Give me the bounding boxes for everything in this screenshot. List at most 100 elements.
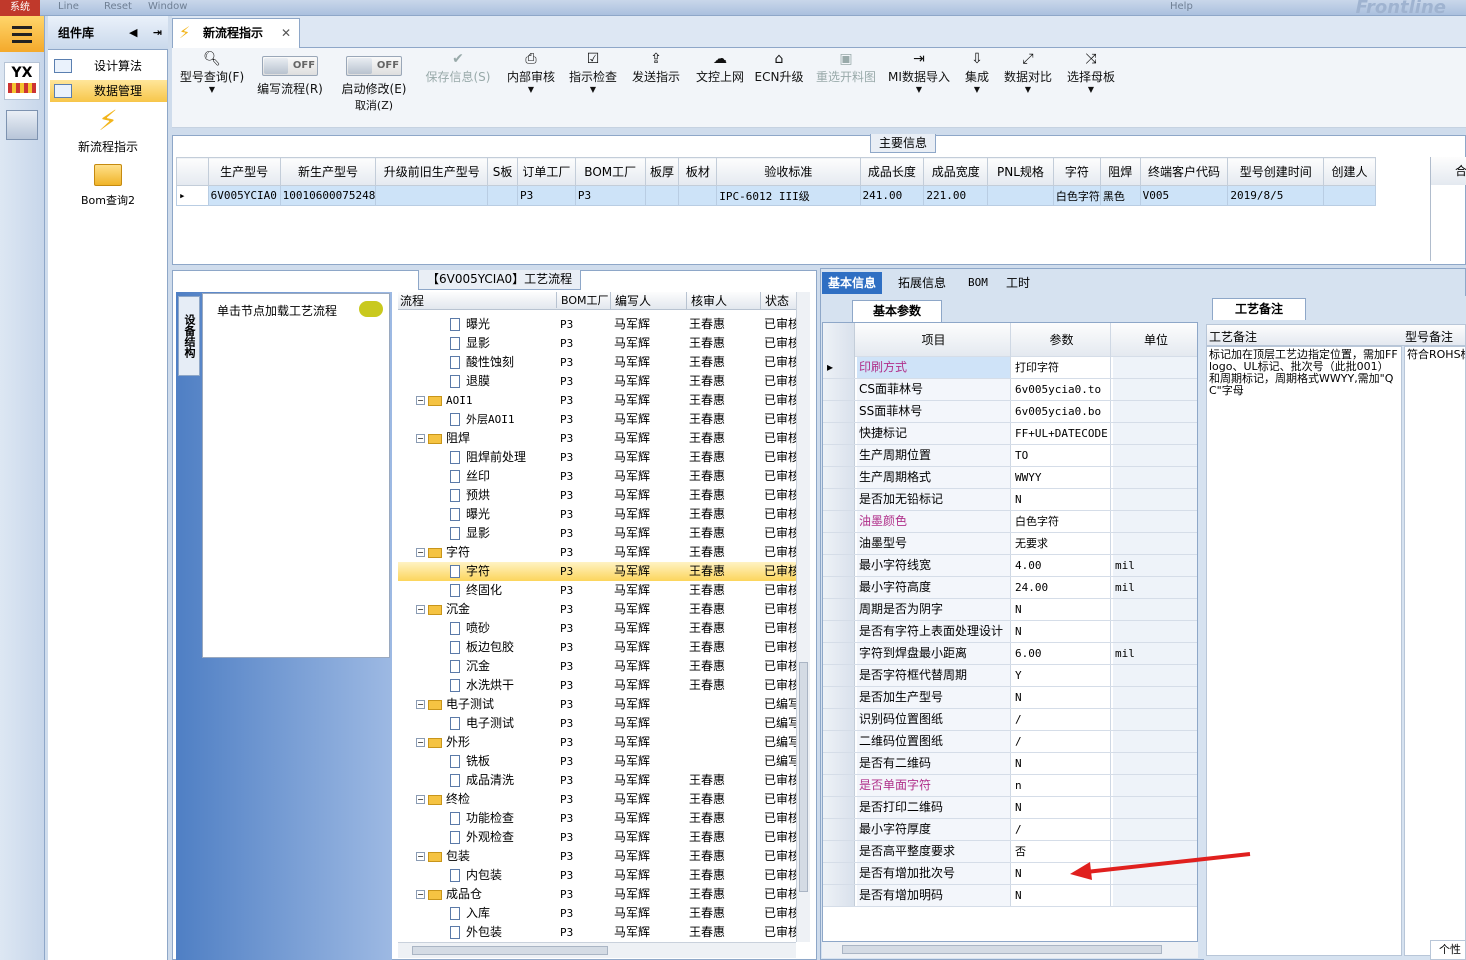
- param-value[interactable]: 6v005ycia0.bo: [1013, 401, 1111, 422]
- collapse-toggle-icon[interactable]: −: [416, 396, 425, 405]
- pin-panel-icon[interactable]: ⇥: [153, 26, 162, 39]
- col-value[interactable]: 参数: [1013, 323, 1111, 357]
- component-item-data-management[interactable]: 数据管理: [50, 80, 167, 102]
- param-value[interactable]: N: [1013, 885, 1111, 906]
- collapse-toggle-icon[interactable]: −: [416, 700, 425, 709]
- calculator-icon[interactable]: [6, 110, 38, 140]
- process-tree-row[interactable]: 水洗烘干 P3 马军辉 王春惠 已审核: [398, 676, 796, 695]
- tab-new-process[interactable]: ⚡ 新流程指示 ✕: [172, 18, 300, 48]
- col-unit[interactable]: 单位: [1113, 323, 1197, 357]
- main-cell[interactable]: V005: [1139, 185, 1229, 206]
- process-tree-row[interactable]: 阻焊前处理 P3 马军辉 王春惠 已审核: [398, 448, 796, 467]
- process-node[interactable]: 外层AOI1: [450, 410, 554, 429]
- main-cell[interactable]: [987, 185, 1054, 206]
- process-node[interactable]: 退膜: [450, 372, 554, 391]
- param-row[interactable]: 识别码位置图纸 /: [823, 709, 1197, 731]
- param-value[interactable]: /: [1013, 731, 1111, 752]
- collapse-left-icon[interactable]: ◀: [129, 26, 137, 39]
- tab-bom[interactable]: BOM: [962, 272, 994, 294]
- param-value[interactable]: /: [1013, 709, 1111, 730]
- param-value[interactable]: 24.00: [1013, 577, 1111, 598]
- main-cell[interactable]: 白色字符: [1052, 185, 1101, 206]
- instruction-check-button[interactable]: ☑ 指示检查 ▼: [566, 50, 620, 120]
- ecn-upgrade-button[interactable]: ⌂ ECN升级: [754, 50, 804, 120]
- main-cell[interactable]: [678, 185, 718, 206]
- main-col-header[interactable]: 成品宽度: [923, 157, 989, 186]
- main-cell[interactable]: [644, 185, 680, 206]
- col-bom-factory[interactable]: BOM工厂: [556, 292, 609, 308]
- param-value[interactable]: 6v005ycia0.to: [1013, 379, 1111, 400]
- doc-upload-button[interactable]: ☁ 文控上网: [692, 50, 748, 120]
- process-node[interactable]: 显影: [450, 524, 554, 543]
- main-col-header[interactable]: 字符: [1052, 157, 1101, 186]
- process-node[interactable]: 曝光: [450, 315, 554, 334]
- data-compare-button[interactable]: ⤢ 数据对比 ▼: [1000, 50, 1056, 120]
- process-tree-row[interactable]: 板边包胶 P3 马军辉 王春惠 已审核: [398, 638, 796, 657]
- process-node[interactable]: 曝光: [450, 505, 554, 524]
- param-row[interactable]: 二维码位置图纸 /: [823, 731, 1197, 753]
- main-col-header[interactable]: 生产型号: [207, 157, 281, 186]
- type-remark-text[interactable]: 符合ROHS标: [1404, 346, 1466, 956]
- process-tree-row[interactable]: 字符 P3 马军辉 王春惠 已审核: [398, 562, 796, 581]
- collapse-toggle-icon[interactable]: −: [416, 548, 425, 557]
- param-row[interactable]: 是否字符框代替周期 Y: [823, 665, 1197, 687]
- param-value[interactable]: TO: [1013, 445, 1111, 466]
- param-value[interactable]: FF+UL+DATECODE: [1013, 423, 1111, 444]
- param-value[interactable]: WWYY: [1013, 467, 1111, 488]
- start-modify-control[interactable]: OFF 启动修改(E) 取消(Z): [336, 50, 412, 120]
- process-tree-row[interactable]: 曝光 P3 马军辉 王春惠 已审核: [398, 315, 796, 334]
- close-tab-icon[interactable]: ✕: [281, 19, 291, 47]
- process-tree-row[interactable]: 沉金 P3 马军辉 王春惠 已审核: [398, 657, 796, 676]
- process-tree-row[interactable]: − 字符 P3 马军辉 王春惠 已审核: [398, 543, 796, 562]
- col-process-remark[interactable]: 工艺备注: [1209, 328, 1257, 345]
- param-value[interactable]: N: [1013, 753, 1111, 774]
- menu-line[interactable]: Line: [58, 1, 79, 12]
- param-row[interactable]: 是否有二维码 N: [823, 753, 1197, 775]
- send-instruction-button[interactable]: ⇪ 发送指示: [628, 50, 684, 120]
- process-node[interactable]: 沉金: [450, 657, 554, 676]
- process-node[interactable]: − 阻焊: [416, 429, 554, 448]
- main-col-header[interactable]: PNL规格: [987, 157, 1054, 186]
- process-node[interactable]: 外包装: [450, 923, 554, 942]
- col-type-remark[interactable]: 型号备注: [1405, 328, 1453, 345]
- param-row[interactable]: 是否单面字符 n: [823, 775, 1197, 797]
- main-col-header[interactable]: S板: [487, 157, 518, 186]
- param-value[interactable]: 4.00: [1013, 555, 1111, 576]
- process-node[interactable]: 铣板: [450, 752, 554, 771]
- process-tree-row[interactable]: 功能检查 P3 马军辉 王春惠 已审核: [398, 809, 796, 828]
- select-master-button[interactable]: ⤨ 选择母板 ▼: [1062, 50, 1120, 120]
- process-tree-row[interactable]: 外层AOI1 P3 马军辉 王春惠 已审核: [398, 410, 796, 429]
- process-tree-row[interactable]: 丝印 P3 马军辉 王春惠 已审核: [398, 467, 796, 486]
- params-hscroll[interactable]: [822, 942, 1198, 958]
- main-cell[interactable]: IPC-6012 III级: [716, 185, 861, 206]
- process-tree-row[interactable]: − 沉金 P3 马军辉 王春惠 已审核: [398, 600, 796, 619]
- process-node[interactable]: − 沉金: [416, 600, 554, 619]
- collapse-toggle-icon[interactable]: −: [416, 890, 425, 899]
- process-node[interactable]: 显影: [450, 334, 554, 353]
- cancel-label[interactable]: 取消(Z): [336, 97, 412, 113]
- main-col-header[interactable]: 创建人: [1323, 157, 1376, 186]
- hamburger-menu-icon[interactable]: [0, 16, 44, 52]
- process-node[interactable]: 板边包胶: [450, 638, 554, 657]
- tab-work-hours[interactable]: 工时: [1000, 272, 1036, 294]
- param-row[interactable]: 是否加无铅标记 N: [823, 489, 1197, 511]
- main-cell[interactable]: [487, 185, 518, 206]
- process-node[interactable]: 功能检查: [450, 809, 554, 828]
- process-node[interactable]: 丝印: [450, 467, 554, 486]
- process-tree-row[interactable]: − 外形 P3 马军辉 已编写: [398, 733, 796, 752]
- main-cell[interactable]: 221.00: [923, 185, 989, 206]
- save-info-button[interactable]: ✔ 保存信息(S): [422, 50, 494, 120]
- device-structure-tab[interactable]: 设备结构: [178, 296, 200, 376]
- param-row[interactable]: 油墨型号 无要求: [823, 533, 1197, 555]
- edit-flow-toggle[interactable]: OFF: [262, 56, 318, 76]
- param-value[interactable]: 白色字符: [1013, 511, 1111, 532]
- param-row[interactable]: 油墨颜色 白色字符: [823, 511, 1197, 533]
- process-tree-row[interactable]: 退膜 P3 马军辉 王春惠 已审核: [398, 372, 796, 391]
- process-node[interactable]: − 成品仓: [416, 885, 554, 904]
- main-col-header[interactable]: 型号创建时间: [1227, 157, 1325, 186]
- process-tree-row[interactable]: − 成品仓 P3 马军辉 王春惠 已审核: [398, 885, 796, 904]
- param-value[interactable]: 6.00: [1013, 643, 1111, 664]
- collapse-toggle-icon[interactable]: −: [416, 795, 425, 804]
- process-node[interactable]: 外观检查: [450, 828, 554, 847]
- main-cell[interactable]: 241.00: [859, 185, 925, 206]
